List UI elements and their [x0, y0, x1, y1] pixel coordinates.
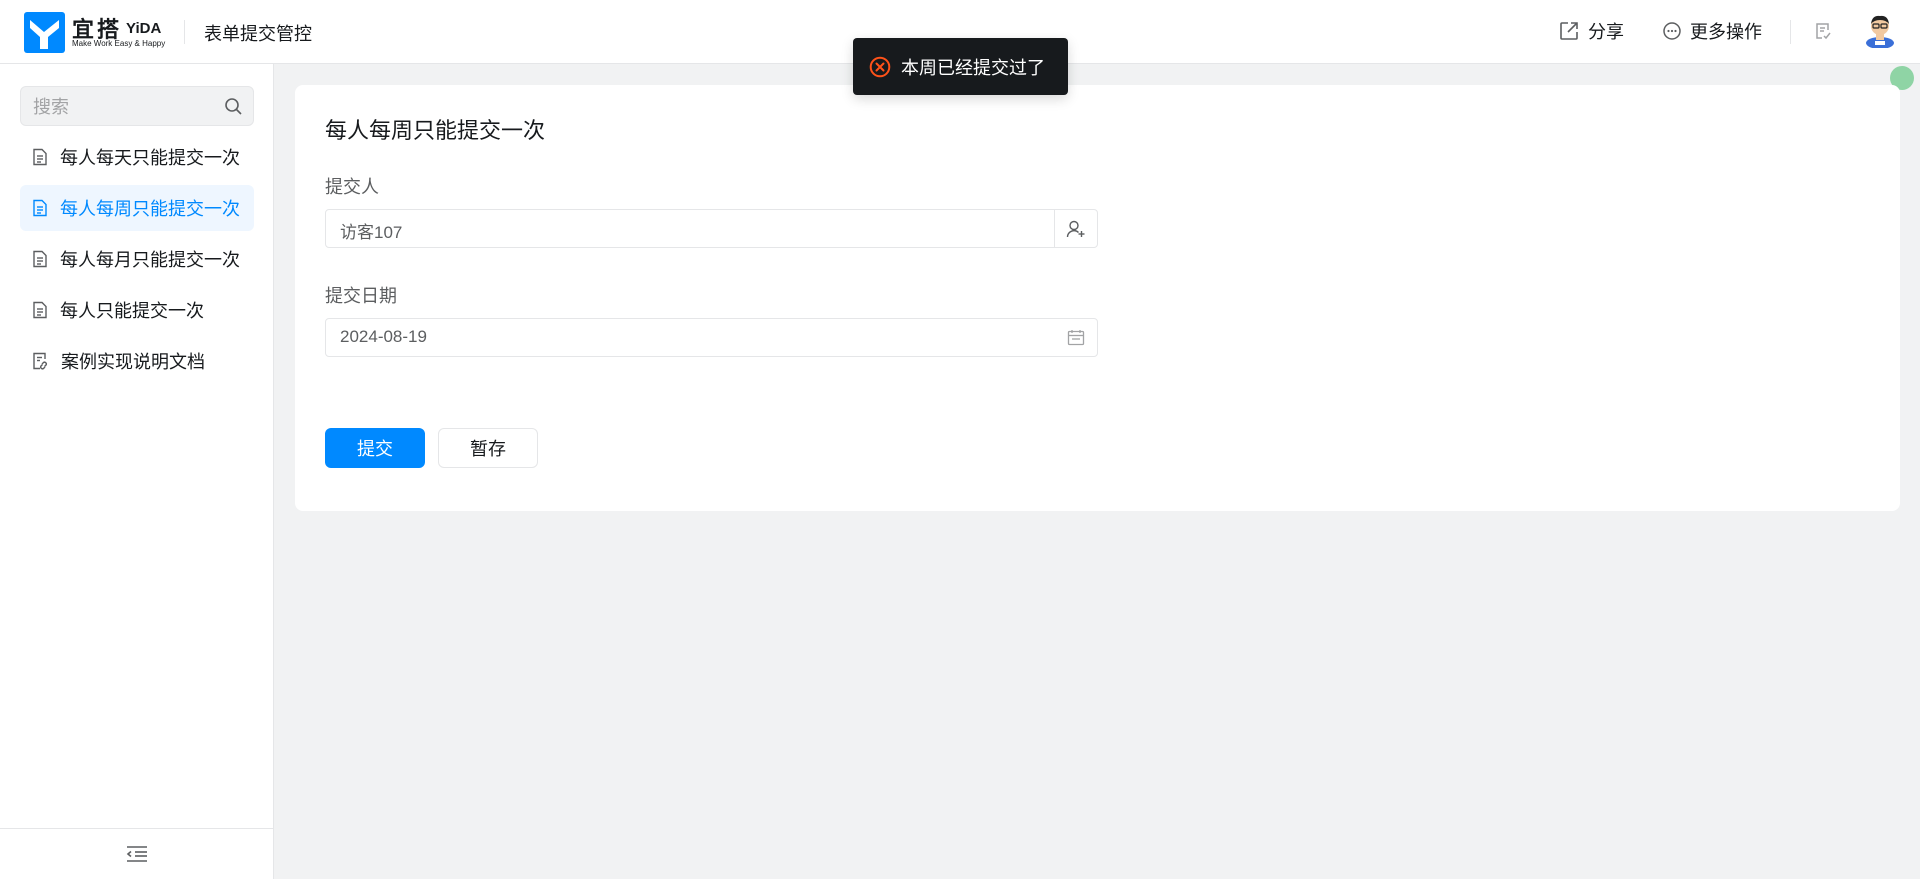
document-icon: [33, 301, 47, 319]
more-actions-button[interactable]: 更多操作: [1662, 18, 1762, 44]
share-label: 分享: [1588, 22, 1624, 42]
todo-list-icon[interactable]: [1813, 21, 1833, 41]
error-circle-icon: [869, 56, 891, 77]
submit-button[interactable]: 提交: [325, 428, 425, 468]
user-avatar[interactable]: [1864, 12, 1896, 48]
sidebar-item-weekly[interactable]: 每人每周只能提交一次: [20, 185, 254, 231]
logo-slogan: Make Work Easy & Happy: [72, 39, 166, 48]
date-field[interactable]: 2024-08-19: [325, 318, 1098, 357]
sidebar-item-monthly[interactable]: 每人每月只能提交一次: [20, 236, 254, 282]
add-user-icon: [1066, 220, 1085, 237]
date-label: 提交日期: [325, 286, 397, 306]
sidebar-search[interactable]: [20, 86, 254, 127]
sidebar-item-label: 每人每天只能提交一次: [60, 148, 240, 168]
sidebar-item-daily[interactable]: 每人每天只能提交一次: [20, 134, 254, 180]
sidebar-item-docs[interactable]: 案例实现说明文档: [20, 338, 254, 384]
sidebar-item-label: 每人每周只能提交一次: [60, 199, 240, 219]
yida-logo-icon[interactable]: [24, 12, 65, 53]
more-circle-icon: [1663, 22, 1681, 40]
collapse-sidebar-icon[interactable]: [126, 845, 148, 863]
sidebar-item-once[interactable]: 每人只能提交一次: [20, 287, 254, 333]
sidebar: 每人每天只能提交一次 每人每周只能提交一次 每人每月只能提交一次 每人只能提交一…: [0, 64, 274, 879]
document-icon: [33, 148, 47, 166]
form-title: 每人每周只能提交一次: [325, 118, 546, 143]
header-divider: [184, 20, 185, 44]
sidebar-footer: [0, 828, 273, 879]
logo-text-en: YiDA: [126, 20, 162, 37]
app-title[interactable]: 表单提交管控: [204, 20, 312, 46]
sidebar-item-label: 每人每月只能提交一次: [60, 250, 240, 270]
share-icon: [1560, 22, 1578, 40]
submitter-field[interactable]: 访客107: [325, 209, 1098, 248]
submitter-label: 提交人: [325, 177, 379, 197]
toast-message: 本周已经提交过了: [901, 57, 1045, 78]
document-icon: [33, 199, 47, 217]
select-user-button[interactable]: [1054, 210, 1097, 247]
date-value: 2024-08-19: [340, 327, 427, 346]
sidebar-item-label: 案例实现说明文档: [61, 352, 205, 372]
search-input[interactable]: [31, 87, 215, 127]
header-divider-right: [1790, 20, 1791, 44]
calendar-icon[interactable]: [1067, 329, 1085, 346]
document-icon: [33, 250, 47, 268]
save-draft-button[interactable]: 暂存: [438, 428, 538, 468]
submitter-value: 访客107: [340, 223, 403, 242]
error-toast: 本周已经提交过了: [853, 38, 1068, 95]
more-actions-label: 更多操作: [1690, 22, 1762, 42]
form-card: 每人每周只能提交一次 提交人 访客107 提交日期 2024-08-19 提交 …: [295, 85, 1900, 511]
sidebar-item-label: 每人只能提交一次: [60, 301, 204, 321]
search-icon[interactable]: [224, 97, 243, 116]
share-button[interactable]: 分享: [1558, 18, 1624, 44]
doc-link-icon: [33, 352, 47, 370]
